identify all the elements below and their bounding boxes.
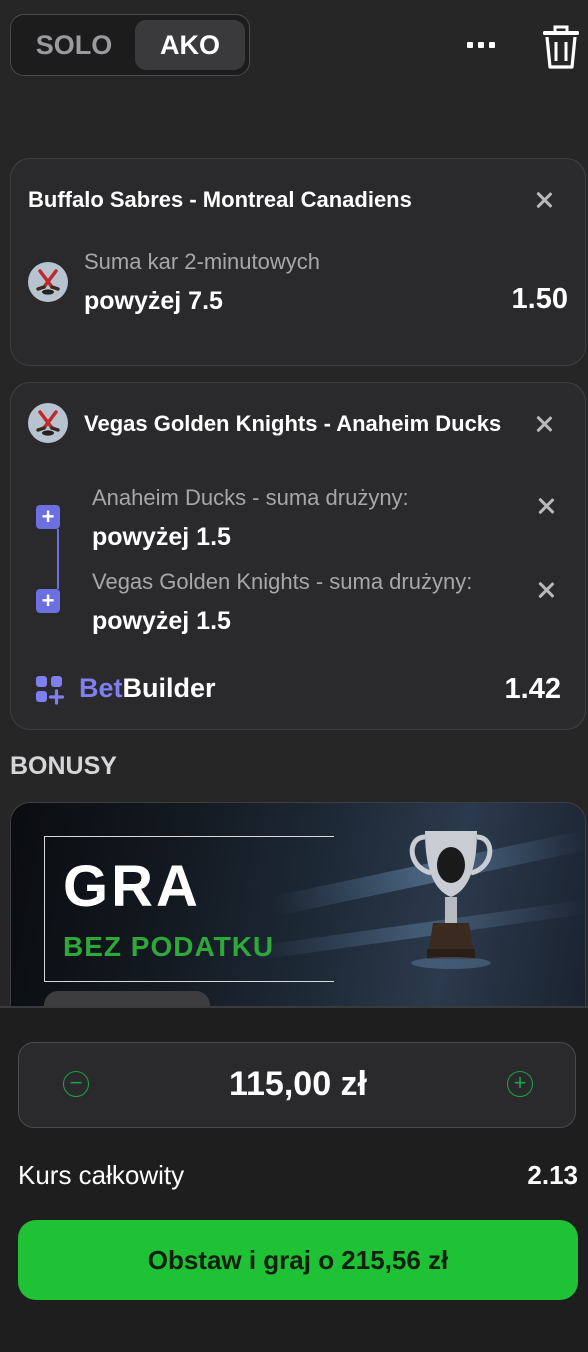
bet-mode-toggle: SOLO AKO [10, 14, 250, 76]
close-icon[interactable] [535, 579, 557, 601]
trophy-icon [409, 831, 493, 969]
market-name: Anaheim Ducks - suma drużyny: [92, 485, 409, 510]
betbuilder-label: BetBuilder [79, 673, 216, 703]
plus-icon: + [36, 589, 60, 613]
total-odds-value: 2.13 [527, 1160, 578, 1190]
close-icon[interactable] [533, 189, 555, 211]
bet-slip-footer: − 115,00 zł + Kurs całkowity 2.13 Obstaw… [0, 1006, 588, 1352]
banner-subtitle: BEZ PODATKU [63, 931, 275, 962]
selection: powyżej 1.5 [92, 607, 231, 635]
stake-amount[interactable]: 115,00 zł [19, 1065, 577, 1104]
close-icon[interactable] [533, 413, 555, 435]
bet-card: Vegas Golden Knights - Anaheim Ducks + +… [10, 382, 586, 730]
more-icon[interactable] [463, 28, 499, 58]
bonuses-heading: BONUSY [10, 752, 117, 780]
plus-icon: + [36, 505, 60, 529]
match-title: Vegas Golden Knights - Anaheim Ducks [84, 411, 502, 436]
hockey-icon [28, 403, 68, 443]
solo-tab[interactable]: SOLO [15, 20, 133, 70]
connector-line [57, 529, 59, 589]
odds: 1.42 [504, 673, 561, 705]
trash-icon[interactable] [541, 24, 581, 70]
plus-icon[interactable]: + [507, 1071, 533, 1097]
bet-card: Buffalo Sabres - Montreal Canadiens Suma… [10, 158, 586, 366]
bonus-banner[interactable]: GRA BEZ PODATKU [10, 802, 586, 1022]
match-title: Buffalo Sabres - Montreal Canadiens [28, 187, 412, 212]
selection: powyżej 1.5 [92, 523, 231, 551]
close-icon[interactable] [535, 495, 557, 517]
total-odds-label: Kurs całkowity [18, 1160, 185, 1190]
stake-stepper: − 115,00 zł + [18, 1042, 576, 1128]
place-bet-button[interactable]: Obstaw i graj o 215,56 zł [18, 1220, 578, 1300]
hockey-icon [28, 262, 68, 302]
betbuilder-icon [36, 676, 65, 705]
banner-title: GRA [63, 854, 201, 919]
odds: 1.50 [511, 283, 568, 315]
market-name: Vegas Golden Knights - suma drużyny: [92, 569, 473, 594]
ako-tab[interactable]: AKO [135, 20, 245, 70]
selection: powyżej 7.5 [84, 287, 223, 315]
market-name: Suma kar 2-minutowych [84, 249, 320, 274]
